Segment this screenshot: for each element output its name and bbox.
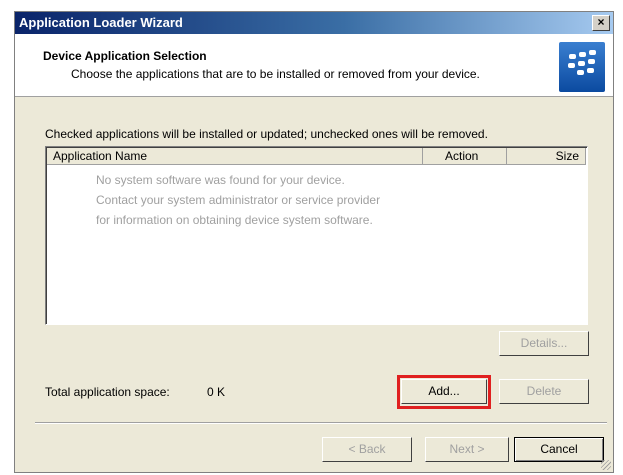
back-button[interactable]: < Back — [322, 437, 412, 462]
separator — [35, 422, 607, 424]
wizard-window: Application Loader Wizard × Device Appli… — [14, 11, 614, 473]
empty-message-line-1: No system software was found for your de… — [96, 173, 345, 187]
total-space-value: 0 K — [207, 385, 226, 399]
column-application-name[interactable]: Application Name — [47, 148, 423, 165]
details-button[interactable]: Details... — [499, 331, 589, 356]
resize-grip-icon[interactable] — [601, 460, 611, 470]
add-button-highlight — [397, 375, 491, 409]
column-action[interactable]: Action — [423, 148, 507, 165]
window-title: Application Loader Wizard — [19, 15, 183, 30]
next-button[interactable]: Next > — [425, 437, 509, 462]
application-list[interactable]: Application Name Action Size No system s… — [45, 146, 588, 325]
close-button[interactable]: × — [592, 15, 610, 31]
delete-button[interactable]: Delete — [499, 379, 589, 404]
blackberry-logo-icon — [559, 42, 605, 92]
instructions-text: Checked applications will be installed o… — [45, 127, 488, 141]
page-subtitle: Choose the applications that are to be i… — [71, 67, 480, 81]
cancel-button[interactable]: Cancel — [514, 437, 604, 462]
empty-message-line-3: for information on obtaining device syst… — [96, 213, 373, 227]
list-header: Application Name Action Size — [47, 148, 586, 165]
page-title: Device Application Selection — [43, 49, 207, 63]
wizard-header: Device Application Selection Choose the … — [15, 34, 613, 97]
empty-message-line-2: Contact your system administrator or ser… — [96, 193, 381, 207]
column-size[interactable]: Size — [507, 148, 586, 165]
title-bar: Application Loader Wizard × — [15, 12, 613, 34]
total-space-label: Total application space: — [45, 385, 170, 399]
